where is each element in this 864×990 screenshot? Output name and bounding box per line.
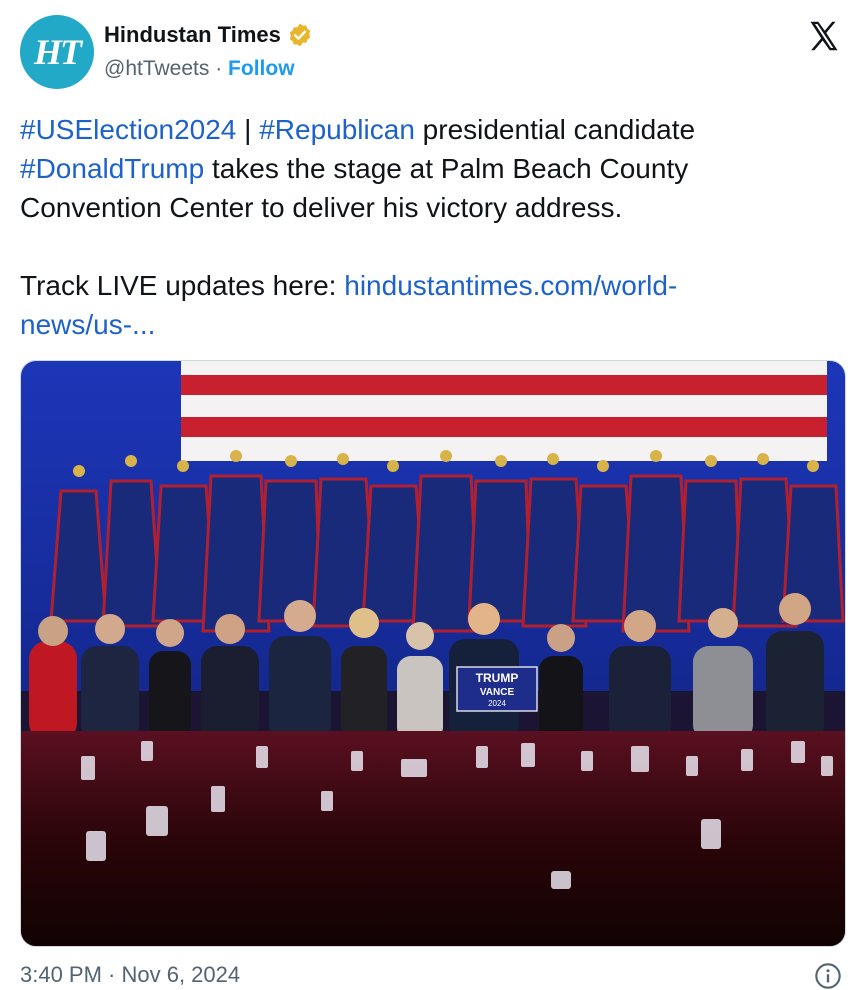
hashtag-uselection2024[interactable]: #USElection2024 — [20, 114, 236, 145]
podium-text-1: TRUMP — [476, 671, 519, 685]
text-separator: | — [236, 114, 260, 145]
tweet-text: #USElection2024 | #Republican presidenti… — [20, 110, 840, 344]
x-logo-icon[interactable] — [806, 18, 842, 54]
info-icon[interactable] — [814, 962, 842, 990]
account-handle[interactable]: @htTweets — [104, 57, 209, 80]
tweet-media-photo[interactable]: TRUMP VANCE 2024 — [20, 360, 846, 947]
stage-photo-illustration: TRUMP VANCE 2024 — [21, 361, 845, 946]
podium-text-2: VANCE — [480, 687, 515, 698]
text-segment: takes the stage at Palm Beach County — [204, 153, 689, 184]
separator-dot: · — [215, 57, 223, 80]
avatar[interactable]: HT — [20, 15, 94, 89]
hashtag-donaldtrump[interactable]: #DonaldTrump — [20, 153, 204, 184]
article-link-continued[interactable]: news/us-... — [20, 309, 155, 340]
account-name-row: Hindustan Times — [104, 22, 313, 48]
handle-row: @htTweets · Follow — [104, 57, 295, 81]
follow-button[interactable]: Follow — [228, 57, 295, 80]
hashtag-republican[interactable]: #Republican — [259, 114, 415, 145]
text-segment: Track LIVE updates here: — [20, 270, 345, 301]
article-link[interactable]: hindustantimes.com/world- — [344, 270, 677, 301]
podium-text-3: 2024 — [488, 699, 506, 708]
account-name[interactable]: Hindustan Times — [104, 22, 281, 48]
text-segment: presidential candidate — [414, 114, 696, 145]
verified-badge-icon — [289, 23, 311, 47]
podium: TRUMP VANCE 2024 — [456, 666, 538, 712]
tweet-timestamp[interactable]: 3:40 PM · Nov 6, 2024 — [20, 962, 240, 988]
text-segment: Convention Center to deliver his victory… — [20, 192, 623, 223]
avatar-logo-text: HT — [34, 32, 82, 72]
